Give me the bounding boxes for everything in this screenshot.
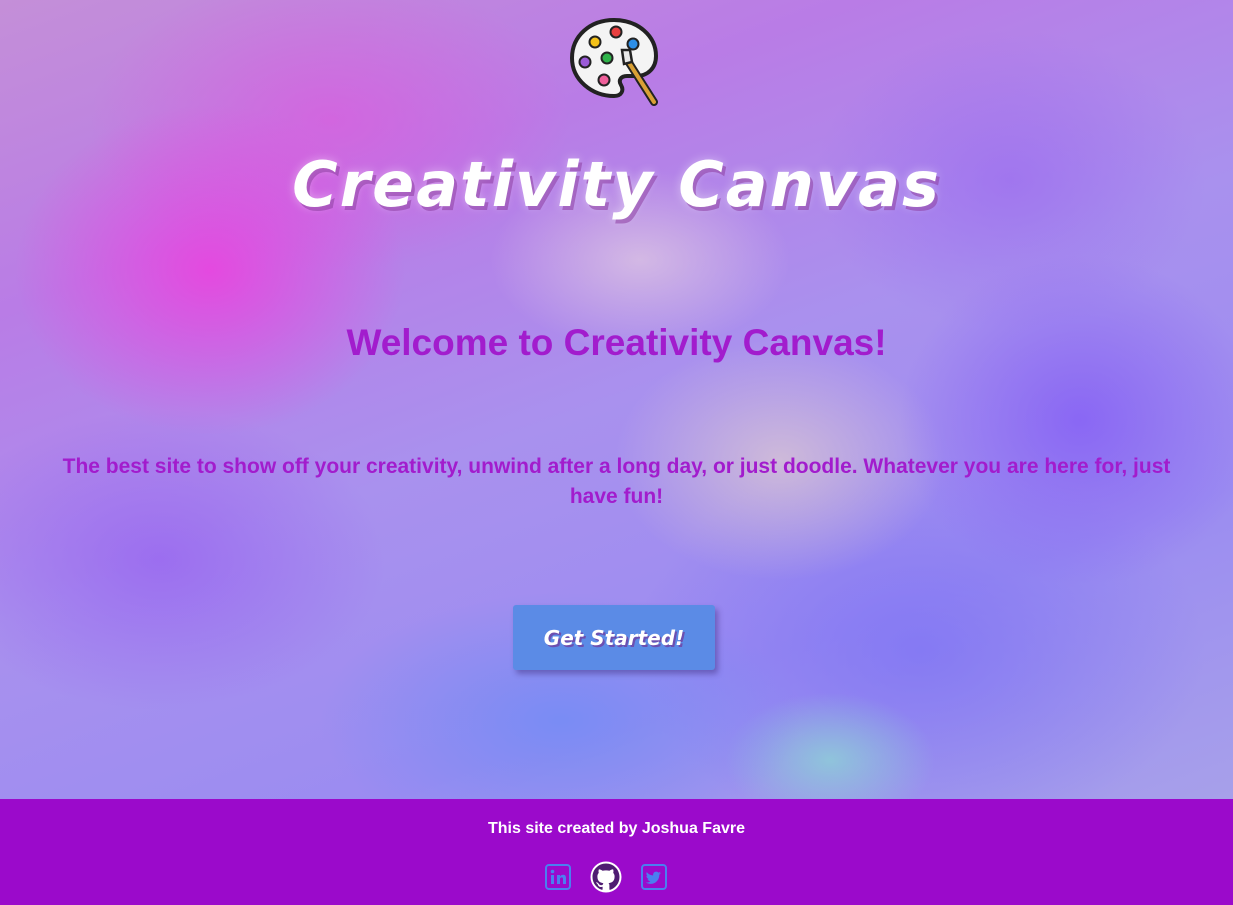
author-credit: This site created by Joshua Favre [488,820,745,837]
welcome-heading: Welcome to Creativity Canvas! [346,322,887,363]
linkedin-link[interactable] [544,862,572,896]
twitter-icon [641,863,667,895]
github-icon [589,860,623,899]
site-title: Creativity Canvas [292,148,941,221]
github-link[interactable] [588,860,624,899]
linkedin-icon [545,863,571,895]
hero-section: Creativity Canvas Welcome to Creativity … [0,0,1233,799]
twitter-link[interactable] [640,862,668,896]
tagline-text: The best site to show off your creativit… [62,455,1171,508]
paint-palette-icon [566,14,662,110]
footer: This site created by Joshua Favre [0,799,1233,905]
get-started-button[interactable]: Get Started! [513,605,715,670]
